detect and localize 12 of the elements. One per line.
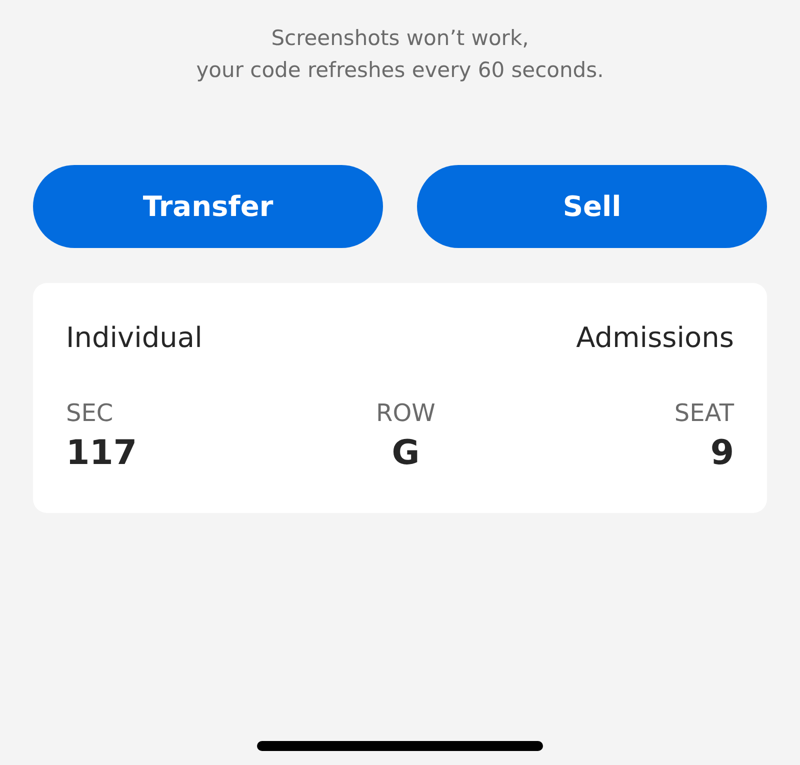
field-value: 117	[66, 432, 137, 475]
action-button[interactable]: Sell	[417, 165, 767, 248]
action-button[interactable]: Transfer	[33, 165, 383, 248]
message-text: your code refreshes every 60 seconds.	[196, 58, 604, 82]
ticket-type: Individual	[66, 320, 202, 356]
message-text: Screenshots won’t work,	[271, 26, 529, 50]
field-value: 9	[710, 432, 734, 475]
field-value: G	[392, 432, 420, 475]
field-label: SEC	[66, 398, 114, 429]
field-label: SEAT	[674, 398, 734, 429]
ticket-type: Admissions	[576, 320, 734, 356]
field-label: ROW	[376, 398, 436, 429]
